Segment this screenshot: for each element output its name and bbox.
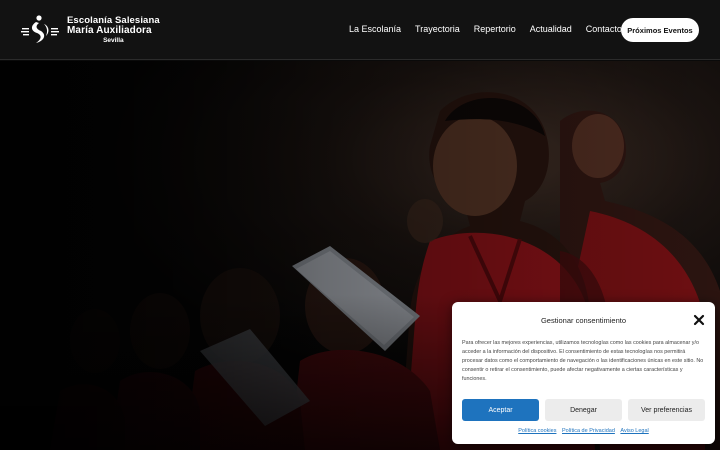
nav-item-la-escolania[interactable]: La Escolanía [349, 24, 401, 34]
brand-line-3: Sevilla [103, 37, 124, 44]
proximos-eventos-button[interactable]: Próximos Eventos [621, 18, 699, 42]
accept-button[interactable]: Aceptar [462, 399, 539, 421]
privacy-policy-link[interactable]: Política de Privacidad [562, 428, 615, 434]
cookie-buttons: Aceptar Denegar Ver preferencias [462, 399, 705, 421]
legal-notice-link[interactable]: Aviso Legal [620, 428, 648, 434]
cookie-policy-links: Política cookies Política de Privacidad … [452, 428, 715, 434]
close-icon[interactable] [693, 314, 705, 326]
brand-line-2: María Auxiliadora [67, 25, 152, 36]
brand-logo-link[interactable]: Escolanía Salesiana María Auxiliadora Se… [20, 14, 160, 46]
escolania-logo-icon [21, 15, 59, 43]
view-preferences-button[interactable]: Ver preferencias [628, 399, 705, 421]
nav-item-trayectoria[interactable]: Trayectoria [415, 24, 460, 34]
cookie-description: Para ofrecer las mejores experiencias, u… [462, 340, 704, 382]
site-header: Escolanía Salesiana María Auxiliadora Se… [0, 0, 720, 60]
cookie-policy-link[interactable]: Política cookies [518, 428, 556, 434]
nav-item-repertorio[interactable]: Repertorio [474, 24, 516, 34]
main-nav: La Escolanía Trayectoria Repertorio Actu… [349, 24, 636, 34]
nav-item-actualidad[interactable]: Actualidad [530, 24, 572, 34]
cookie-consent-dialog: Gestionar consentimiento Para ofrecer la… [452, 302, 715, 444]
cookie-title: Gestionar consentimiento [540, 316, 627, 325]
brand-line-1: Escolanía Salesiana [67, 14, 160, 26]
deny-button[interactable]: Denegar [545, 399, 622, 421]
nav-item-contacto[interactable]: Contacto [586, 24, 622, 34]
brand-name: Escolanía Salesiana María Auxiliadora Se… [67, 14, 160, 45]
